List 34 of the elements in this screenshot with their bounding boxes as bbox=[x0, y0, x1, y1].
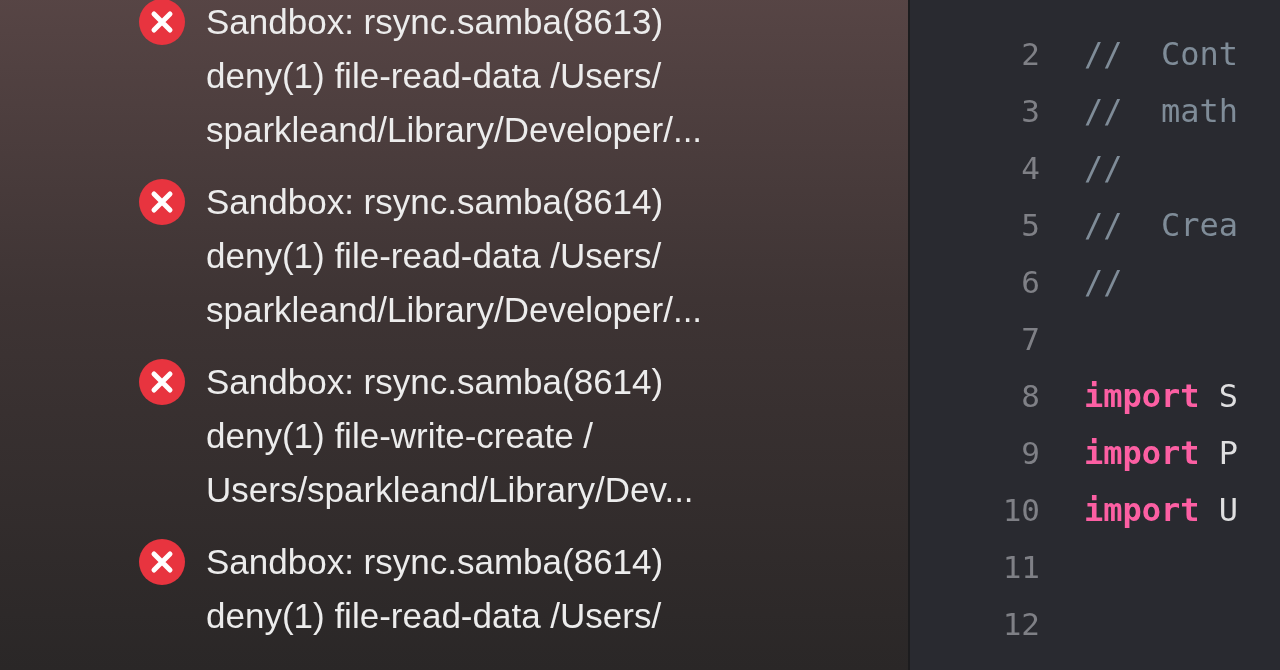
error-icon bbox=[138, 0, 186, 46]
line-number: 12 bbox=[1001, 605, 1040, 642]
line-number: 8 bbox=[1020, 377, 1040, 414]
line-number: 5 bbox=[1020, 206, 1040, 243]
issue-message-line: sparkleand/Library/Developer/... bbox=[206, 289, 703, 331]
line-number: 4 bbox=[1020, 149, 1040, 186]
code-line: // bbox=[1084, 262, 1123, 301]
code-line: // bbox=[1084, 148, 1123, 187]
issue-message-line: deny(1) file-read-data /Users/ bbox=[206, 235, 663, 277]
line-number: 7 bbox=[1020, 320, 1040, 357]
code-line: import P bbox=[1084, 433, 1239, 472]
line-number: 11 bbox=[1001, 548, 1040, 585]
code-line: // Cont bbox=[1084, 34, 1239, 73]
code-line: // Crea bbox=[1084, 205, 1239, 244]
code-line: // math bbox=[1084, 91, 1239, 130]
line-number: 10 bbox=[1001, 491, 1040, 528]
line-number: 2 bbox=[1020, 35, 1040, 72]
code-line: import S bbox=[1084, 376, 1239, 415]
issue-message-line: Sandbox: rsync.samba(8614) bbox=[206, 361, 665, 403]
line-number: 9 bbox=[1020, 434, 1040, 471]
issue-message-line: deny(1) file-read-data /Users/ bbox=[206, 595, 663, 637]
error-icon bbox=[138, 358, 186, 406]
line-number: 6 bbox=[1020, 263, 1040, 300]
line-number: 3 bbox=[1020, 92, 1040, 129]
issue-message-line: Sandbox: rsync.samba(8614) bbox=[206, 181, 665, 223]
issue-message-line: Sandbox: rsync.samba(8614) bbox=[206, 541, 664, 583]
code-line: import U bbox=[1084, 490, 1239, 529]
issue-message-line: Sandbox: rsync.samba(8613) bbox=[206, 1, 665, 43]
issue-message-line: Users/sparkleand/Library/Dev... bbox=[206, 469, 694, 511]
error-icon bbox=[138, 178, 186, 226]
issue-message-line: deny(1) file-write-create / bbox=[206, 415, 595, 457]
error-icon bbox=[138, 538, 186, 586]
issue-message-line: sparkleand/Library/Developer/... bbox=[206, 109, 703, 151]
issue-message-line: deny(1) file-read-data /Users/ bbox=[206, 55, 663, 97]
